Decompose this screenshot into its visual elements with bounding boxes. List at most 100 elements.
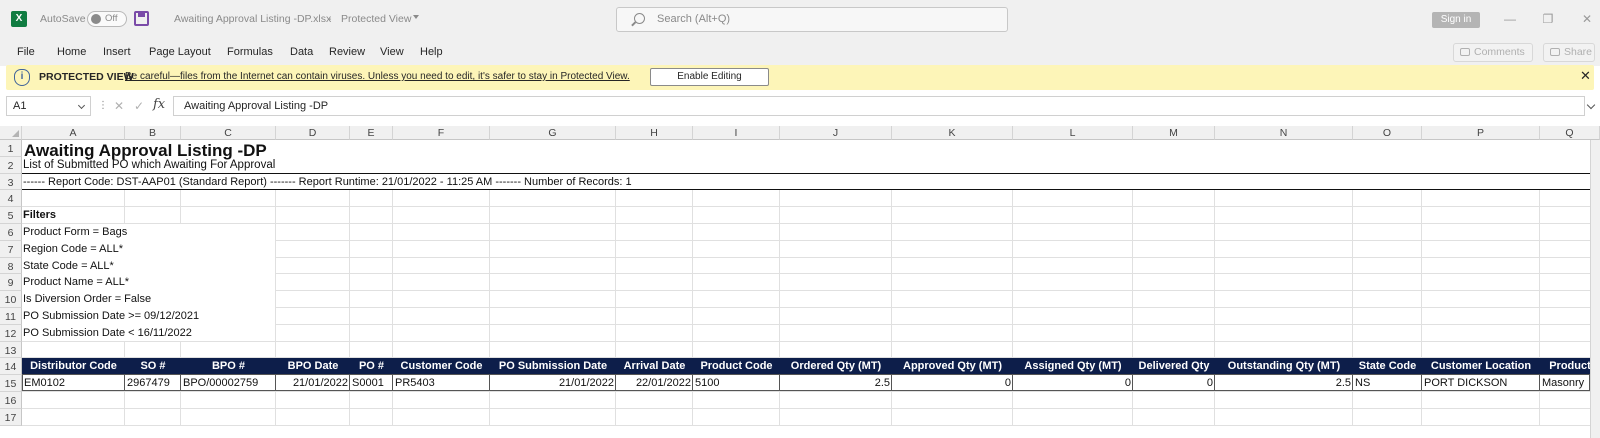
row-header-1[interactable]: 1 <box>0 140 22 157</box>
row-header-4[interactable]: 4 <box>0 190 22 208</box>
row-header-14[interactable]: 14 <box>0 358 22 376</box>
table-header-cell[interactable]: Distributor Code <box>22 360 125 372</box>
menu-file[interactable]: File <box>17 46 35 58</box>
row-header-7[interactable]: 7 <box>0 240 22 258</box>
table-header-cell[interactable]: SO # <box>125 360 181 372</box>
table-header-cell[interactable]: Delivered Qty <box>1133 360 1215 372</box>
row-header-15[interactable]: 15 <box>0 375 22 392</box>
menu-insert[interactable]: Insert <box>103 46 131 58</box>
view-mode[interactable]: Protected View <box>341 13 411 25</box>
menu-data[interactable]: Data <box>290 46 313 58</box>
table-header-cell[interactable]: Assigned Qty (MT) <box>1013 360 1133 372</box>
column-header-o[interactable]: O <box>1353 126 1422 140</box>
row-header-17[interactable]: 17 <box>0 408 22 426</box>
sign-in-button[interactable]: Sign in <box>1432 12 1480 28</box>
menu-help[interactable]: Help <box>420 46 443 58</box>
name-box[interactable]: A1 <box>6 96 91 116</box>
table-cell[interactable]: 21/01/2022 <box>276 377 350 389</box>
row-header-10[interactable]: 10 <box>0 291 22 308</box>
table-cell[interactable]: EM0102 <box>22 377 125 389</box>
chevron-down-icon[interactable] <box>77 101 86 110</box>
chevron-down-icon[interactable] <box>413 15 419 19</box>
column-header-h[interactable]: H <box>616 126 693 140</box>
table-header-cell[interactable]: BPO Date <box>276 360 350 372</box>
menu-home[interactable]: Home <box>57 46 86 58</box>
table-cell[interactable]: 2.5 <box>780 377 892 389</box>
row-header-2[interactable]: 2 <box>0 156 22 174</box>
enable-editing-button[interactable]: Enable Editing <box>650 68 769 86</box>
close-icon[interactable]: ✕ <box>1580 12 1594 26</box>
table-header-cell[interactable]: Ordered Qty (MT) <box>780 360 892 372</box>
table-header-cell[interactable]: Product Code <box>693 360 780 372</box>
column-header-d[interactable]: D <box>276 126 350 140</box>
table-header-cell[interactable]: BPO # <box>181 360 276 372</box>
table-cell[interactable]: 0 <box>1133 377 1215 389</box>
expand-formula-icon[interactable] <box>1586 100 1596 110</box>
column-header-i[interactable]: I <box>693 126 780 140</box>
save-icon[interactable] <box>134 11 149 26</box>
table-cell[interactable]: 22/01/2022 <box>616 377 693 389</box>
close-icon[interactable]: ✕ <box>1580 68 1591 84</box>
table-header-cell[interactable]: Customer Code <box>393 360 490 372</box>
table-header-cell[interactable]: Arrival Date <box>616 360 693 372</box>
table-header-cell[interactable]: PO Submission Date <box>490 360 616 372</box>
formula-input[interactable]: Awaiting Approval Listing -DP <box>173 96 1585 116</box>
column-header-a[interactable]: A <box>22 126 125 140</box>
drag-handle-icon[interactable]: ⋮ <box>98 100 108 111</box>
column-header-c[interactable]: C <box>181 126 276 140</box>
table-header-cell[interactable]: Customer Location <box>1422 360 1540 372</box>
insert-function-icon[interactable]: fx <box>153 97 165 112</box>
row-header-16[interactable]: 16 <box>0 392 22 409</box>
restore-icon[interactable]: ❐ <box>1541 12 1555 26</box>
menu-view[interactable]: View <box>380 46 404 58</box>
table-cell[interactable]: 2.5 <box>1215 377 1353 389</box>
column-header-f[interactable]: F <box>393 126 490 140</box>
table-cell[interactable]: NS <box>1353 377 1422 389</box>
table-header-cell[interactable]: PO # <box>350 360 393 372</box>
enter-icon[interactable]: ✓ <box>134 99 144 113</box>
column-header-l[interactable]: L <box>1013 126 1133 140</box>
comments-button[interactable]: Comments <box>1453 43 1533 62</box>
row-header-3[interactable]: 3 <box>0 173 22 191</box>
row-header-8[interactable]: 8 <box>0 257 22 275</box>
protected-view-message[interactable]: Be careful—files from the Internet can c… <box>125 71 630 82</box>
table-cell[interactable]: PR5403 <box>393 377 490 389</box>
menu-page-layout[interactable]: Page Layout <box>149 46 211 58</box>
column-header-m[interactable]: M <box>1133 126 1215 140</box>
column-header-e[interactable]: E <box>350 126 393 140</box>
row-header-13[interactable]: 13 <box>0 341 22 359</box>
column-header-j[interactable]: J <box>780 126 892 140</box>
worksheet-grid[interactable]: A B C D E F G H I J K L M N O P Q 1 2 3 4 5 6 7 8 9 10 11 12 13 14 15 16… <box>0 126 1600 438</box>
menu-formulas[interactable]: Formulas <box>227 46 273 58</box>
column-header-p[interactable]: P <box>1422 126 1540 140</box>
table-header-cell[interactable]: Outstanding Qty (MT) <box>1215 360 1353 372</box>
column-header-g[interactable]: G <box>490 126 616 140</box>
table-cell[interactable]: 0 <box>892 377 1013 389</box>
table-cell[interactable]: BPO/00002759 <box>181 377 276 389</box>
vertical-scrollbar[interactable] <box>1590 140 1600 438</box>
autosave-toggle[interactable]: Off <box>87 11 127 27</box>
column-header-b[interactable]: B <box>125 126 181 140</box>
row-header-12[interactable]: 12 <box>0 324 22 342</box>
cancel-icon[interactable]: ✕ <box>114 99 124 113</box>
column-header-q[interactable]: Q <box>1540 126 1600 140</box>
table-cell[interactable]: S0001 <box>350 377 393 389</box>
search-input[interactable]: Search (Alt+Q) <box>616 7 1008 32</box>
table-cell[interactable]: 5100 <box>693 377 780 389</box>
row-header-5[interactable]: 5 <box>0 207 22 224</box>
row-header-6[interactable]: 6 <box>0 224 22 241</box>
row-header-9[interactable]: 9 <box>0 274 22 292</box>
minimize-icon[interactable]: — <box>1503 12 1517 26</box>
table-cell[interactable]: 2967479 <box>125 377 181 389</box>
table-cell[interactable]: 0 <box>1013 377 1133 389</box>
table-header-cell[interactable]: Approved Qty (MT) <box>892 360 1013 372</box>
column-header-n[interactable]: N <box>1215 126 1353 140</box>
share-button[interactable]: Share <box>1543 43 1595 62</box>
table-header-cell[interactable]: State Code <box>1353 360 1422 372</box>
table-cell[interactable]: PORT DICKSON <box>1422 377 1540 389</box>
table-cell[interactable]: 21/01/2022 <box>490 377 616 389</box>
select-all-corner[interactable] <box>0 126 22 140</box>
menu-review[interactable]: Review <box>329 46 365 58</box>
row-header-11[interactable]: 11 <box>0 308 22 325</box>
column-header-k[interactable]: K <box>892 126 1013 140</box>
